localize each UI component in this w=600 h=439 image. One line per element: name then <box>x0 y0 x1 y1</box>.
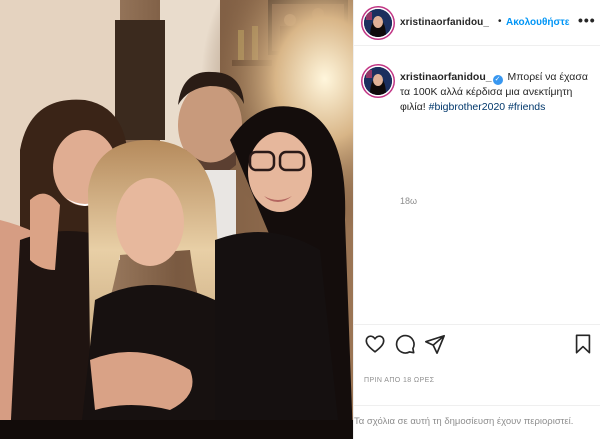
paper-plane-icon[interactable] <box>424 333 446 355</box>
caption-username[interactable]: xristinaorfanidou_ <box>400 71 492 83</box>
post-header: xristinaorfanidou_ • Ακολουθήστε ••• <box>354 0 600 46</box>
author-username[interactable]: xristinaorfanidou_ <box>400 17 489 28</box>
verified-badge-icon: ✓ <box>492 75 503 85</box>
post-sidebar: xristinaorfanidou_ • Ακολουθήστε ••• xri… <box>353 0 600 439</box>
more-options-icon[interactable]: ••• <box>578 12 596 28</box>
author-avatar[interactable] <box>364 9 392 37</box>
bookmark-icon[interactable] <box>572 333 594 355</box>
caption-author-avatar[interactable] <box>364 67 392 95</box>
heart-icon[interactable] <box>364 333 386 355</box>
comments-limited-notice: Τα σχόλια σε αυτή τη δημοσίευση έχουν πε… <box>354 405 600 439</box>
post-date[interactable]: ΠΡΙΝ ΑΠΟ 18 ΩΡΕΣ <box>364 377 434 384</box>
caption-timestamp: 18ω <box>400 196 418 206</box>
header-separator: • <box>498 16 502 27</box>
group-photo-image <box>0 0 353 439</box>
post-actions-bar <box>354 324 600 364</box>
avatar-image <box>364 9 392 37</box>
comment-bubble-icon[interactable] <box>394 333 416 355</box>
hashtag-link[interactable]: #bigbrother2020 <box>429 101 505 113</box>
post-photo[interactable] <box>0 0 353 439</box>
hashtag-link[interactable]: #friends <box>508 101 545 113</box>
follow-button[interactable]: Ακολουθήστε <box>506 17 570 28</box>
post-caption: xristinaorfanidou_ ✓ Μπορεί να έχασα τα 1… <box>400 70 594 114</box>
avatar-image <box>364 67 392 95</box>
comments-notice-text: Τα σχόλια σε αυτή τη δημοσίευση έχουν πε… <box>354 416 574 427</box>
